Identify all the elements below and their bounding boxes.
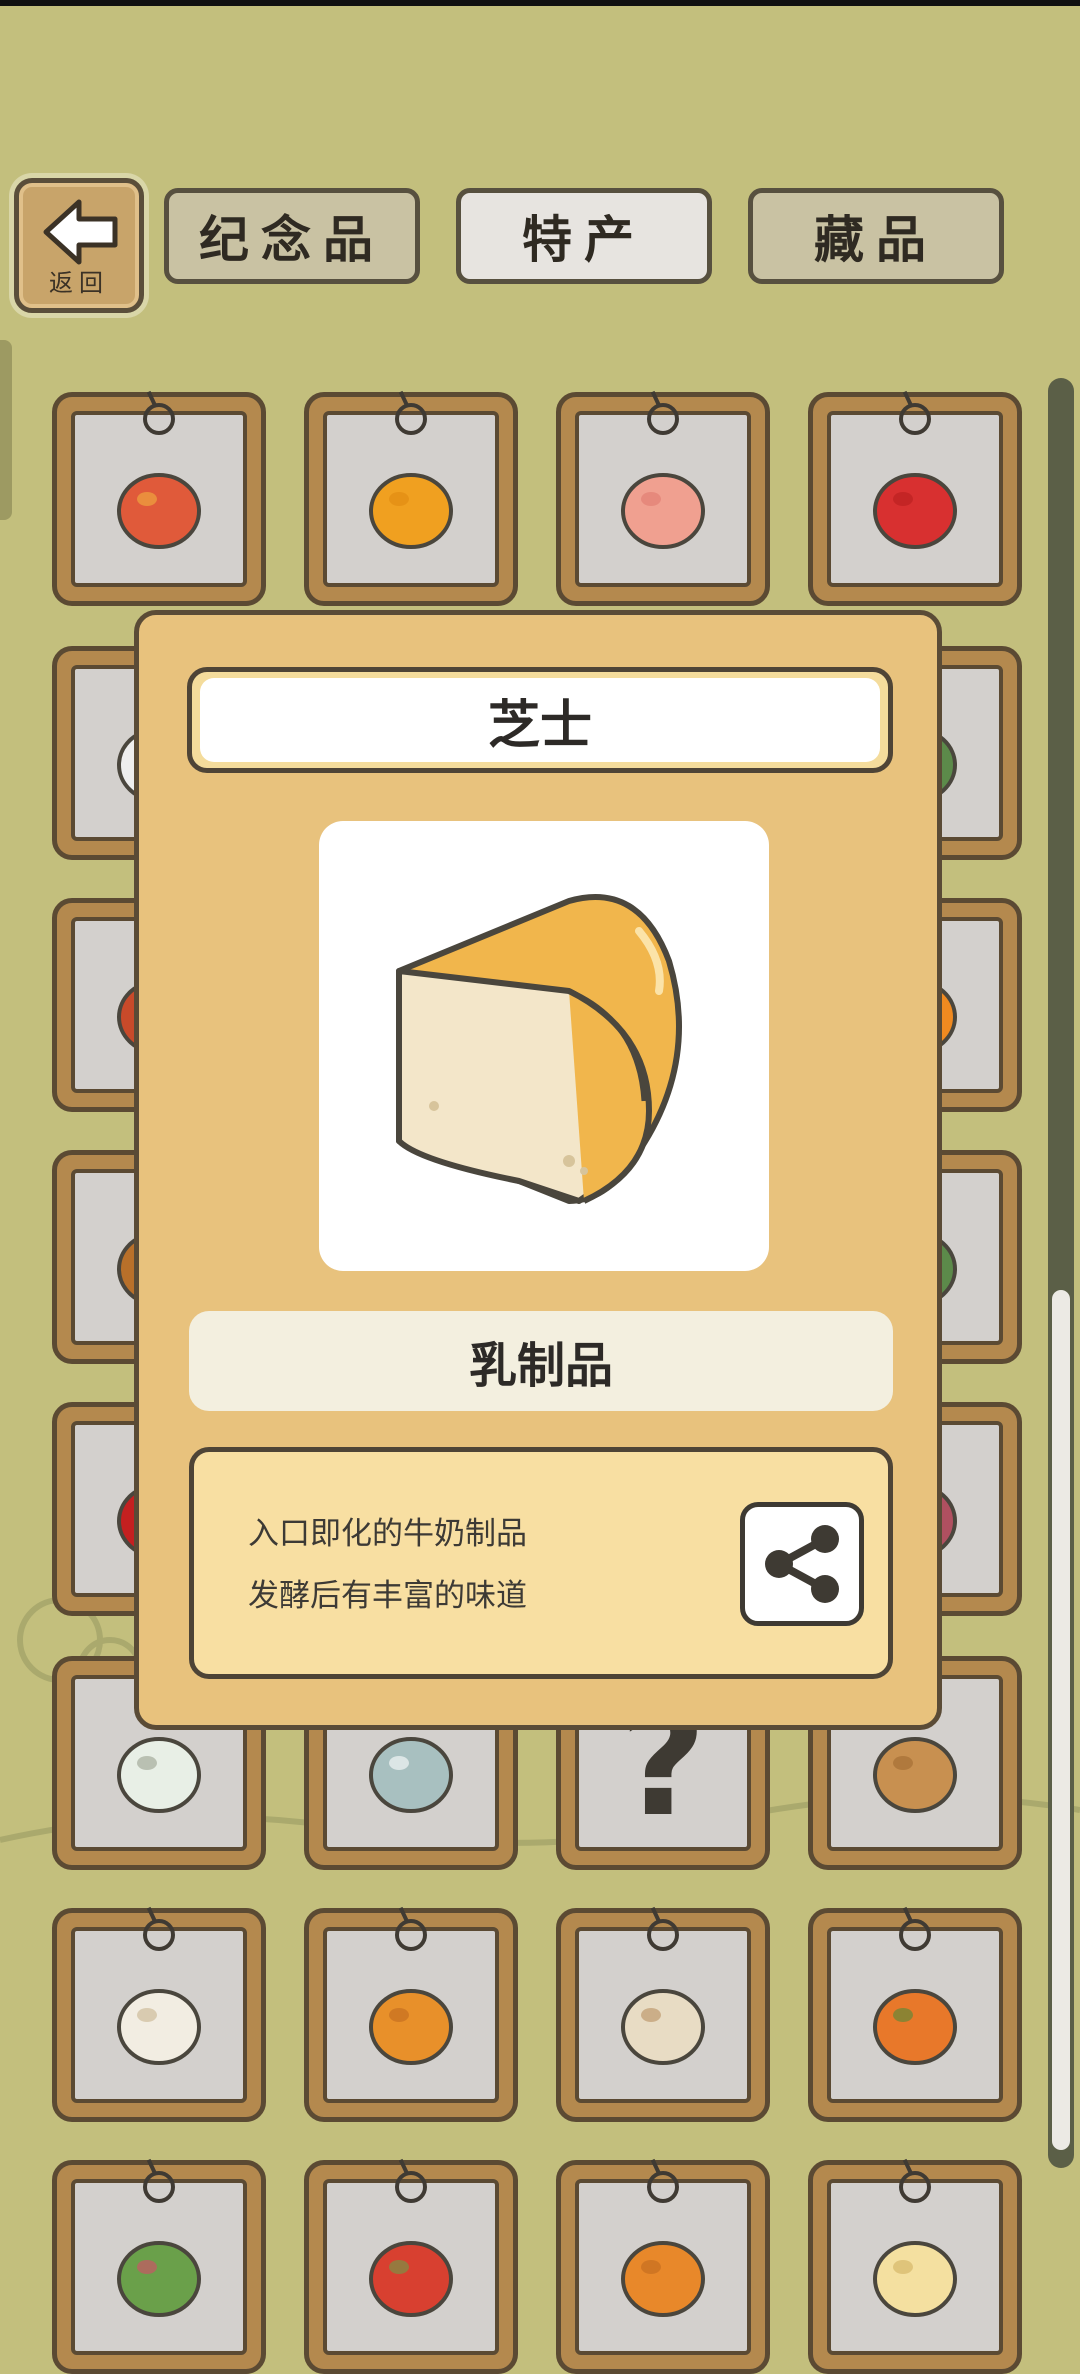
item-description-panel: 入口即化的牛奶制品 发酵后有丰富的味道 [189, 1447, 893, 1679]
item-card[interactable] [52, 390, 266, 606]
card-ring [647, 403, 679, 435]
item-card[interactable] [304, 390, 518, 606]
item-card[interactable] [808, 2158, 1022, 2374]
item-detail-modal: 芝士 乳制品 入口即化的牛奶制品 发酵后有丰富的味道 [134, 610, 942, 1730]
item-name: 芝士 [200, 678, 880, 762]
card-ring [143, 1919, 175, 1951]
item-card[interactable] [52, 1906, 266, 2122]
item-category: 乳制品 [189, 1311, 893, 1411]
tomatoes-icon [361, 2225, 461, 2329]
dumplings-icon [109, 1973, 209, 2077]
card-ring [647, 1919, 679, 1951]
mango-icon [109, 457, 209, 561]
description-line-1: 入口即化的牛奶制品 [248, 1516, 527, 1552]
card-ring [395, 1919, 427, 1951]
orange-icon [361, 457, 461, 561]
apple-icon [865, 457, 965, 561]
rice-bag-icon [109, 1721, 209, 1825]
tab-specialties[interactable]: 特产 [456, 188, 712, 284]
item-card[interactable] [556, 390, 770, 606]
status-bar [0, 0, 1080, 6]
item-card[interactable] [808, 390, 1022, 606]
noodles-icon [865, 2225, 965, 2329]
peach-icon [613, 457, 713, 561]
item-card[interactable] [304, 1906, 518, 2122]
basket-icon [865, 1721, 965, 1825]
turnip-icon [109, 2225, 209, 2329]
share-button[interactable] [740, 1502, 864, 1626]
item-image-panel [319, 821, 769, 1271]
item-card[interactable] [556, 2158, 770, 2374]
cheese-icon [396, 894, 682, 1204]
scrollbar-thumb[interactable] [1052, 1290, 1070, 2150]
card-ring [395, 403, 427, 435]
back-arrow-icon [43, 199, 118, 265]
back-label: 返回 [49, 269, 109, 297]
card-ring [143, 403, 175, 435]
card-ring [395, 2171, 427, 2203]
card-ring [899, 1919, 931, 1951]
item-name-frame: 芝士 [187, 667, 893, 773]
tab-collectibles[interactable]: 藏品 [748, 188, 1004, 284]
tab-souvenirs[interactable]: 纪念品 [164, 188, 420, 284]
card-ring [899, 2171, 931, 2203]
card-ring [143, 2171, 175, 2203]
card-ring [647, 2171, 679, 2203]
item-card[interactable] [808, 1906, 1022, 2122]
card-ring [899, 403, 931, 435]
item-card[interactable] [304, 2158, 518, 2374]
back-button[interactable]: 返回 [14, 178, 144, 313]
item-card[interactable] [52, 2158, 266, 2374]
carrot-icon [865, 1973, 965, 2077]
description-line-2: 发酵后有丰富的味道 [248, 1578, 527, 1614]
side-handle [0, 340, 12, 520]
teacake-icon [361, 1721, 461, 1825]
pumpkins-icon [613, 2225, 713, 2329]
tarts-icon [361, 1973, 461, 2077]
share-icon [765, 1525, 839, 1603]
porridge-icon [613, 1973, 713, 2077]
item-card[interactable] [556, 1906, 770, 2122]
